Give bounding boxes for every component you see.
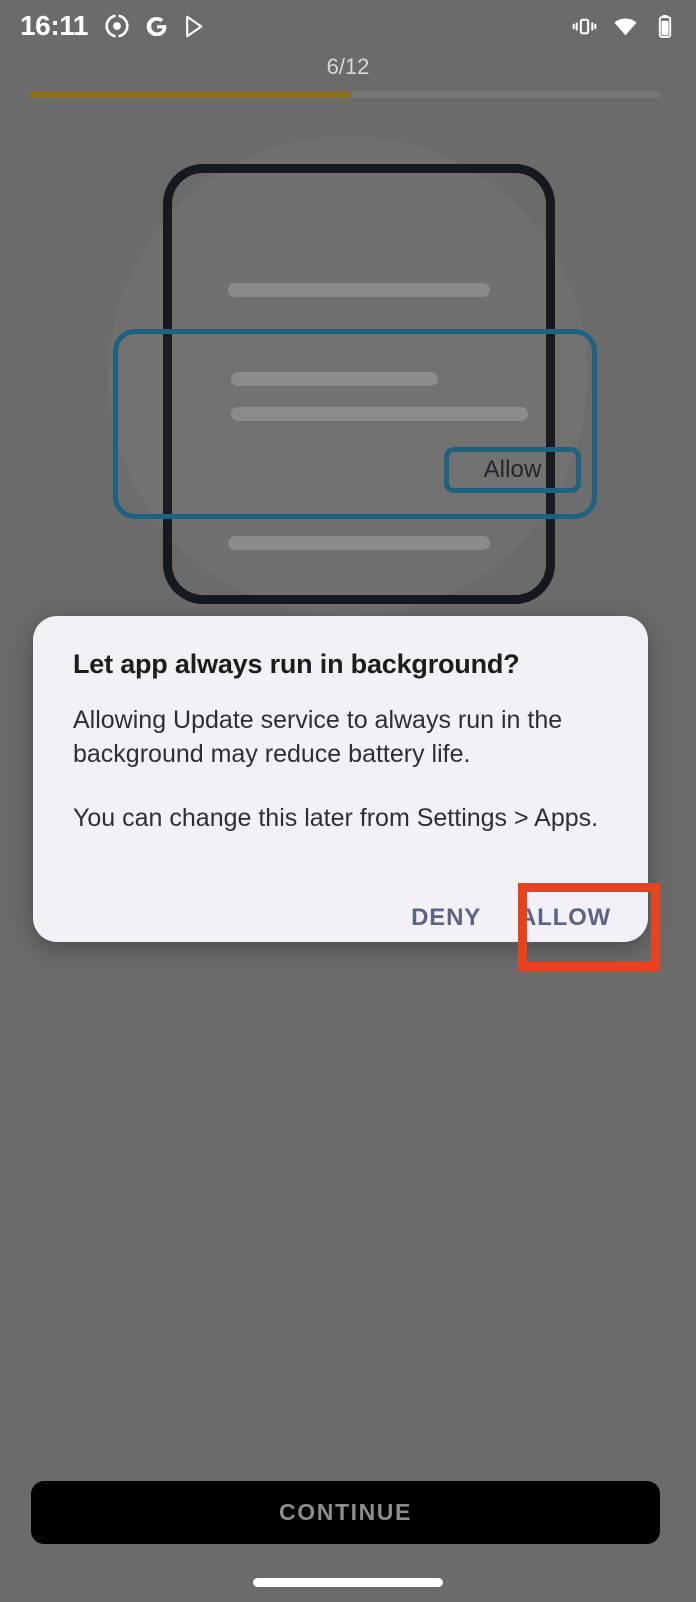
dialog-body-secondary: You can change this later from Settings … bbox=[73, 804, 599, 832]
vibrate-icon bbox=[572, 14, 597, 39]
placeholder-line bbox=[231, 372, 438, 386]
wifi-icon bbox=[613, 14, 638, 39]
battery-icon bbox=[654, 14, 676, 39]
dialog-body-primary: Allowing Update service to always run in… bbox=[73, 706, 563, 768]
onboarding-progress: 6/12 bbox=[0, 52, 696, 102]
illustrated-allow-label: Allow bbox=[483, 456, 542, 483]
allow-button[interactable]: ALLOW bbox=[499, 898, 631, 938]
status-right-icons bbox=[572, 14, 676, 39]
google-g-icon bbox=[144, 14, 169, 39]
illustrated-dialog-card: Allow bbox=[113, 329, 597, 519]
permission-dialog: Let app always run in background? Allowi… bbox=[33, 616, 648, 942]
progress-step-label: 6/12 bbox=[326, 54, 370, 79]
continue-button[interactable]: CONTINUE bbox=[31, 1481, 660, 1544]
dialog-title: Let app always run in background? bbox=[73, 649, 520, 679]
placeholder-line bbox=[231, 407, 528, 421]
status-left-icons bbox=[104, 13, 208, 39]
record-target-icon bbox=[104, 13, 130, 39]
illustrated-allow-pill: Allow bbox=[444, 447, 581, 493]
status-clock: 16:11 bbox=[20, 10, 89, 41]
dialog-action-row: DENY ALLOW bbox=[33, 894, 648, 942]
progress-fill bbox=[30, 91, 352, 98]
progress-track bbox=[30, 91, 660, 98]
status-bar: 16:11 bbox=[0, 0, 696, 52]
play-store-icon bbox=[183, 14, 208, 39]
placeholder-line bbox=[228, 283, 490, 297]
deny-button[interactable]: DENY bbox=[393, 898, 499, 938]
home-indicator[interactable] bbox=[253, 1578, 443, 1587]
placeholder-line bbox=[228, 536, 490, 550]
permission-illustration: Allow bbox=[0, 118, 696, 618]
phone-screen: 16:11 6/12 Allow Let app always run in b… bbox=[0, 0, 696, 1602]
